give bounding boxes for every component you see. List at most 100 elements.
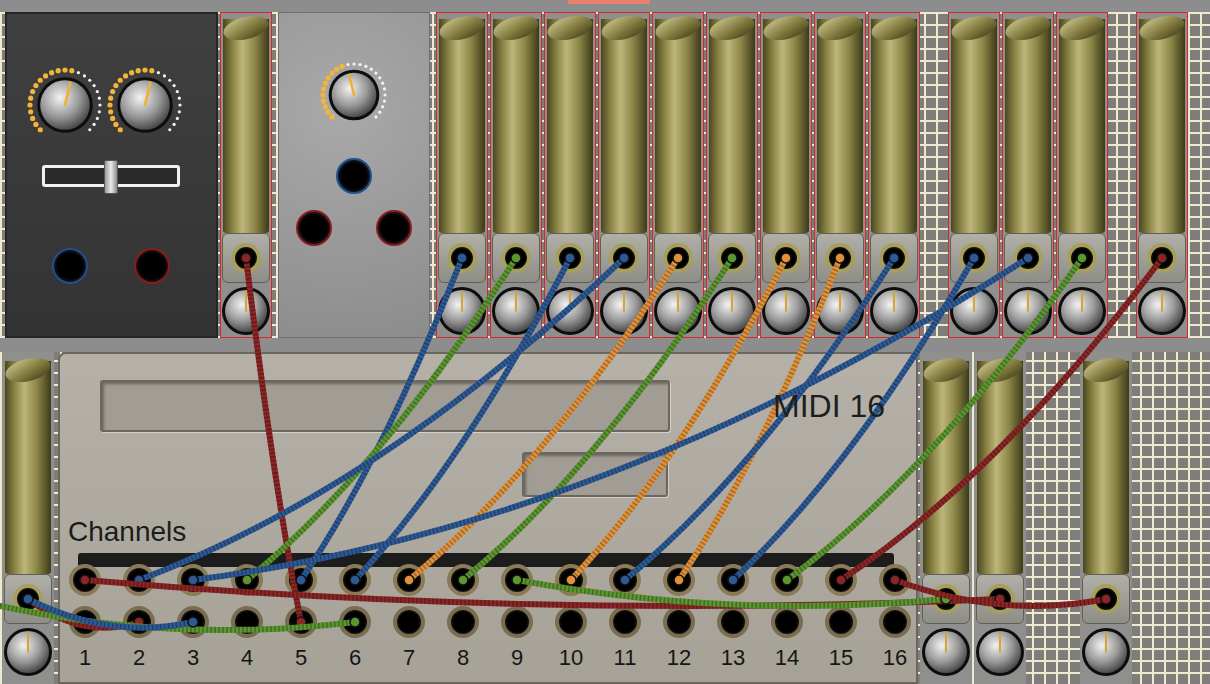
- jack[interactable]: [825, 243, 855, 273]
- tube-knob[interactable]: [438, 287, 486, 335]
- tube-knob[interactable]: [546, 287, 594, 335]
- tube-knob[interactable]: [1138, 287, 1186, 335]
- channel-jack[interactable]: [555, 606, 587, 638]
- channel-jack[interactable]: [285, 564, 317, 596]
- patch-cable[interactable]: [350, 253, 575, 585]
- channel-jack[interactable]: [825, 606, 857, 638]
- tube-knob[interactable]: [950, 287, 998, 335]
- tube-knob[interactable]: [492, 287, 540, 335]
- channel-jack[interactable]: [393, 606, 425, 638]
- patch-cable[interactable]: [23, 594, 144, 628]
- jack[interactable]: [13, 584, 43, 614]
- channel-number: 6: [328, 643, 382, 673]
- channel-jack[interactable]: [879, 606, 911, 638]
- channel-jack[interactable]: [285, 606, 317, 638]
- tube-knob[interactable]: [816, 287, 864, 335]
- patch-cable[interactable]: [80, 575, 1005, 606]
- tube-knob[interactable]: [762, 287, 810, 335]
- tube-knob[interactable]: [654, 287, 702, 335]
- patch-cable[interactable]: [674, 253, 845, 585]
- patch-cable[interactable]: [620, 253, 899, 585]
- channel-jack[interactable]: [339, 606, 371, 638]
- channel-jack[interactable]: [663, 564, 695, 596]
- channel-jack[interactable]: [447, 606, 479, 638]
- channel-jack[interactable]: [663, 606, 695, 638]
- jack[interactable]: [959, 243, 989, 273]
- tube-knob[interactable]: [1004, 287, 1052, 335]
- tube-knob[interactable]: [1082, 628, 1130, 676]
- jack[interactable]: [771, 243, 801, 273]
- mixer-slider[interactable]: [42, 165, 180, 187]
- mixer-knob[interactable]: [25, 65, 105, 145]
- channel-jack[interactable]: [717, 564, 749, 596]
- patch-cable[interactable]: [728, 253, 979, 585]
- patch-cable[interactable]: [566, 253, 791, 585]
- channel-jack[interactable]: [177, 606, 209, 638]
- channel-jack[interactable]: [177, 564, 209, 596]
- channel-jack[interactable]: [879, 564, 911, 596]
- rack-tab[interactable]: [568, 0, 650, 4]
- channel-jack[interactable]: [501, 606, 533, 638]
- tube-knob[interactable]: [600, 287, 648, 335]
- patch-cable[interactable]: [296, 253, 467, 585]
- channel-jack[interactable]: [609, 606, 641, 638]
- mixer-knob[interactable]: [105, 65, 185, 145]
- channel-jack[interactable]: [825, 564, 857, 596]
- jack[interactable]: [447, 243, 477, 273]
- patch-cable[interactable]: [458, 253, 737, 585]
- channel-jack[interactable]: [447, 564, 479, 596]
- in-jack[interactable]: [52, 248, 88, 284]
- channel-jack[interactable]: [609, 564, 641, 596]
- channel-jack[interactable]: [501, 564, 533, 596]
- tube-knob[interactable]: [976, 628, 1024, 676]
- channel-jack[interactable]: [231, 564, 263, 596]
- tube-knob[interactable]: [4, 628, 52, 676]
- control-knob[interactable]: [318, 59, 390, 131]
- out-jack[interactable]: [134, 248, 170, 284]
- patch-cable[interactable]: [836, 253, 1167, 585]
- patch-cable[interactable]: [782, 253, 1087, 585]
- channel-jack[interactable]: [771, 606, 803, 638]
- channel-jack[interactable]: [771, 564, 803, 596]
- channel-jack[interactable]: [339, 564, 371, 596]
- jack[interactable]: [663, 243, 693, 273]
- jack[interactable]: [609, 243, 639, 273]
- jack[interactable]: [1147, 243, 1177, 273]
- jack[interactable]: [1013, 243, 1043, 273]
- tube-knob[interactable]: [870, 287, 918, 335]
- tube-knob[interactable]: [708, 287, 756, 335]
- channel-jack[interactable]: [69, 606, 101, 638]
- channel-jack[interactable]: [123, 606, 155, 638]
- jack[interactable]: [1091, 584, 1121, 614]
- patch-cable[interactable]: [188, 253, 1033, 585]
- patch-cable[interactable]: [404, 253, 683, 585]
- channel-jack[interactable]: [123, 564, 155, 596]
- jack[interactable]: [555, 243, 585, 273]
- patch-cable[interactable]: [242, 253, 521, 585]
- in-jack[interactable]: [336, 158, 372, 194]
- jack[interactable]: [931, 584, 961, 614]
- patch-cable[interactable]: [134, 253, 629, 585]
- tube-knob[interactable]: [922, 628, 970, 676]
- jack[interactable]: [985, 584, 1015, 614]
- jack[interactable]: [231, 243, 261, 273]
- tube-knob[interactable]: [222, 287, 270, 335]
- patch-cable[interactable]: [241, 253, 306, 627]
- out-jack[interactable]: [296, 210, 332, 246]
- slider-handle[interactable]: [104, 160, 118, 194]
- channel-jack[interactable]: [69, 564, 101, 596]
- jack[interactable]: [501, 243, 531, 273]
- channel-jack[interactable]: [717, 606, 749, 638]
- jack[interactable]: [717, 243, 747, 273]
- channel-jack[interactable]: [231, 606, 263, 638]
- channel-jack[interactable]: [393, 564, 425, 596]
- patch-cable[interactable]: [512, 575, 951, 606]
- patch-cable[interactable]: [0, 606, 360, 630]
- jack[interactable]: [1067, 243, 1097, 273]
- out-jack[interactable]: [376, 210, 412, 246]
- jack[interactable]: [879, 243, 909, 273]
- patch-cable[interactable]: [23, 594, 198, 628]
- patch-cable[interactable]: [890, 575, 1111, 606]
- tube-knob[interactable]: [1058, 287, 1106, 335]
- channel-jack[interactable]: [555, 564, 587, 596]
